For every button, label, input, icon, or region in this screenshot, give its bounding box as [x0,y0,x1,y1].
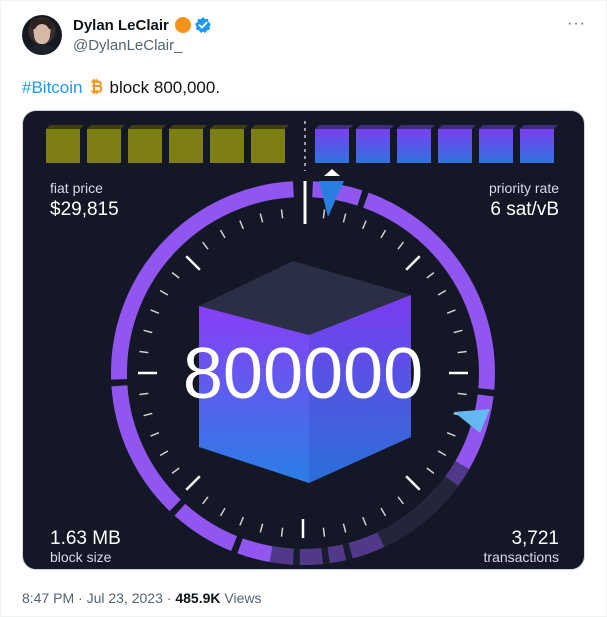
pending-block-top [520,125,558,129]
verified-orange-badge-icon [175,17,191,33]
block-height-number: 800000 [183,334,423,414]
mined-block-top [46,125,84,129]
pending-block [315,129,349,163]
minor-tick [342,213,347,223]
views-count: 485.9K [175,590,221,606]
bitcoin-emoji-icon [91,79,103,94]
minor-tick [437,450,447,457]
fiat-price-label: fiat price [50,180,103,196]
author-handle[interactable]: @DylanLeClair_ [73,37,182,54]
minor-tick [171,272,180,279]
author-name[interactable]: Dylan LeClair [73,17,169,34]
minor-tick [426,272,435,279]
minor-tick [159,289,169,296]
minor-tick [171,467,180,474]
pending-block [438,129,472,163]
pending-block-top [397,125,435,129]
minor-tick [397,241,404,250]
major-tick [405,255,421,271]
tweet-date[interactable]: Jul 23, 2023 [87,590,163,606]
minor-tick [342,523,347,533]
mined-block-top [128,125,166,129]
minor-tick [380,229,387,239]
minor-tick [397,496,404,505]
block-size-label: block size [50,549,112,565]
major-tick [185,255,201,271]
pending-block [356,129,390,163]
transactions-value: 3,721 [511,528,559,549]
transactions-label: transactions [484,549,559,565]
pending-block-top [479,125,517,129]
minor-tick [362,220,367,230]
block-size-value: 1.63 MB [50,528,121,549]
minor-tick [159,450,169,457]
minor-tick [426,467,435,474]
minor-tick [380,507,387,517]
mined-block [251,129,285,163]
minor-tick [322,527,326,537]
priority-rate-value: 6 sat/vB [490,199,559,220]
mined-block [87,129,121,163]
minor-tick [239,516,244,526]
minor-tick [446,309,456,314]
ring-segment [111,385,181,512]
pending-blocks-row [315,125,558,163]
hashtag-link[interactable]: #Bitcoin [22,78,82,97]
minor-tick [139,392,149,396]
minor-tick [143,412,153,417]
minor-tick [322,209,326,219]
current-block-pointer-icon [324,169,340,176]
minor-tick [457,392,467,396]
more-options-icon[interactable]: ··· [567,15,586,33]
priority-rate-label: priority rate [489,180,559,196]
mined-block-top [210,125,248,129]
pending-block [479,129,513,163]
mined-blocks-row [46,125,289,163]
minor-tick [219,507,226,517]
minor-tick [259,523,264,533]
minor-tick [457,350,467,354]
minor-tick [239,220,244,230]
major-tick [405,475,421,491]
pending-block [397,129,431,163]
minor-tick [150,432,160,437]
minor-tick [446,432,456,437]
minor-tick [139,350,149,354]
block-visualization-image[interactable]: 800000 fiat price $29,815 priority rate … [22,110,585,570]
mined-block [169,129,203,163]
pending-block-top [438,125,476,129]
minor-tick [437,289,447,296]
minor-tick [202,496,209,505]
minor-tick [219,229,226,239]
minor-tick [150,309,160,314]
minor-tick [453,329,463,334]
mined-block-top [251,125,289,129]
minor-tick [259,213,264,223]
fiat-price-value: $29,815 [50,199,119,220]
major-tick [185,475,201,491]
pending-block-top [356,125,394,129]
tweet-time[interactable]: 8:47 PM [22,590,74,606]
minor-tick [280,527,284,537]
avatar[interactable] [22,15,62,55]
mined-block [46,129,80,163]
mined-block-top [87,125,125,129]
verified-badge-icon [195,17,211,33]
views-label: Views [224,590,262,606]
tweet-card: Dylan LeClair @DylanLeClair_ ··· #Bitcoi… [0,0,607,617]
mined-block [128,129,162,163]
tweet-body: block 800,000. [109,78,221,97]
pending-block [520,129,554,163]
tweet-text: #Bitcoin block 800,000. [22,78,220,98]
minor-tick [362,516,367,526]
tweet-metadata: 8:47 PM · Jul 23, 2023 · 485.9K Views [22,590,262,606]
ring-segment [174,503,238,552]
minor-tick [280,209,284,219]
block-visualization: 800000 fiat price $29,815 priority rate … [46,121,559,566]
mined-block [210,129,244,163]
pending-block-top [315,125,353,129]
mined-block-top [169,125,207,129]
minor-tick [143,329,153,334]
minor-tick [202,241,209,250]
